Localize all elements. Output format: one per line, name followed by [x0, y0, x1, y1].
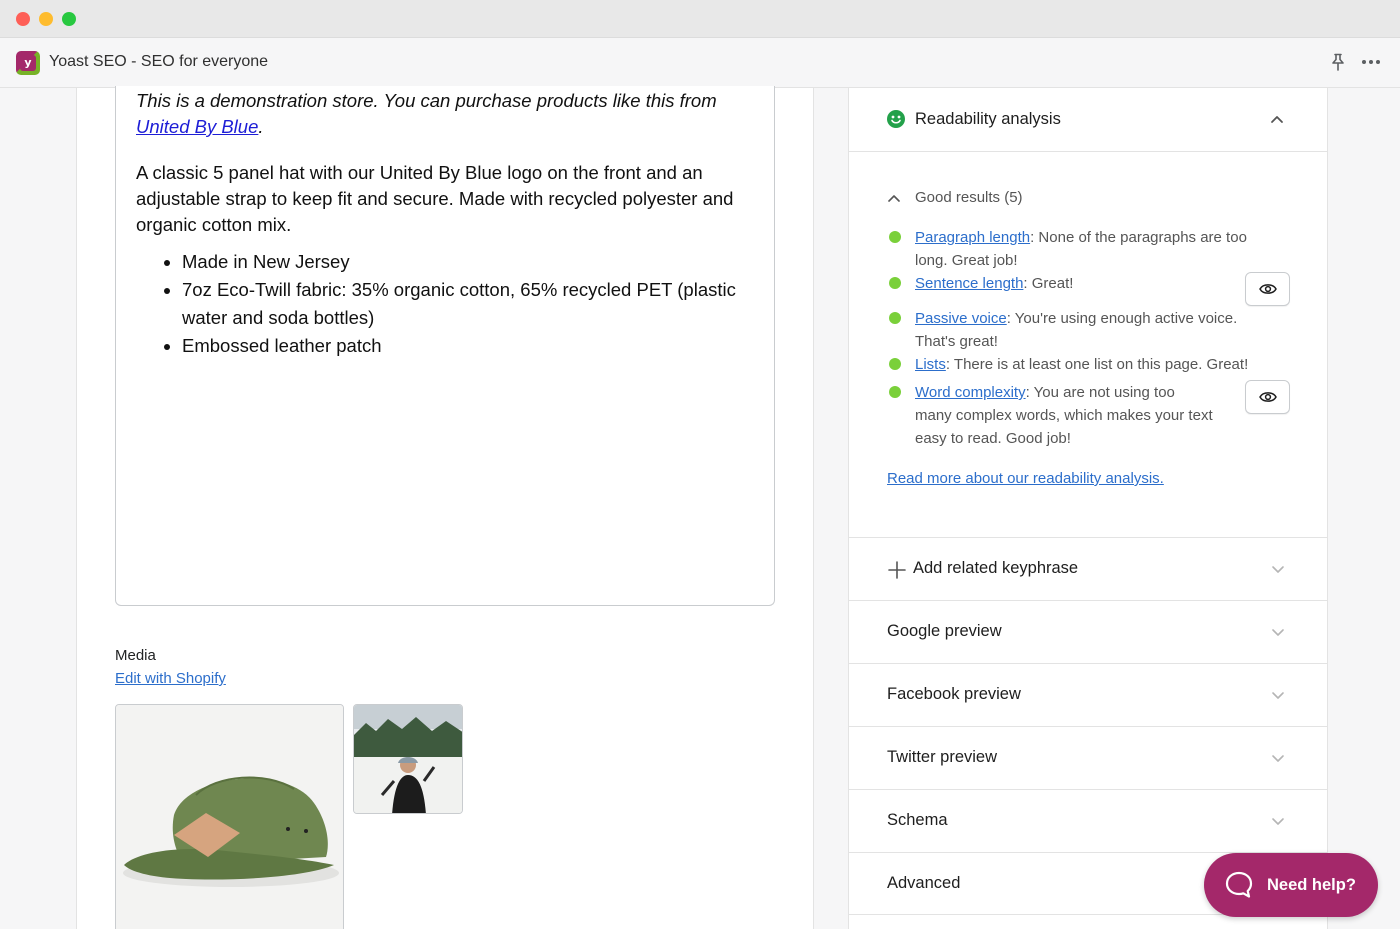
yoast-logo-letter: y — [20, 55, 36, 71]
read-more-readability-link[interactable]: Read more about our readability analysis… — [887, 470, 1164, 487]
good-results-label: Good results (5) — [915, 189, 1023, 206]
result-description: : Great! — [1023, 275, 1074, 292]
hat-image-icon — [116, 705, 343, 929]
list-item: Made in New Jersey — [182, 248, 754, 276]
product-image-person[interactable] — [353, 704, 463, 814]
eye-icon — [1259, 392, 1277, 402]
plus-icon — [888, 561, 906, 579]
edit-with-shopify-link[interactable]: Edit with Shopify — [115, 670, 226, 687]
more-options-icon[interactable] — [1360, 52, 1382, 72]
good-status-bullet — [889, 231, 901, 243]
demo-notice: This is a demonstration store. You can p… — [136, 88, 754, 140]
eye-icon — [1259, 284, 1277, 294]
result-text: Sentence length: Great! — [915, 272, 1275, 295]
product-image-hat[interactable] — [115, 704, 344, 929]
twitter-preview-label: Twitter preview — [887, 748, 998, 766]
schema-label: Schema — [887, 811, 948, 829]
app-header: y Yoast SEO - SEO for everyone — [0, 38, 1400, 88]
feature-list: Made in New Jersey 7oz Eco-Twill fabric:… — [182, 248, 754, 360]
maximize-window-button[interactable] — [62, 12, 76, 26]
list-item: 7oz Eco-Twill fabric: 35% organic cotton… — [182, 276, 754, 332]
chevron-down-icon — [1272, 818, 1284, 825]
smiley-good-icon — [887, 110, 905, 128]
result-text: Lists: There is at least one list on thi… — [915, 353, 1295, 376]
united-by-blue-link[interactable]: United By Blue — [136, 116, 258, 137]
yoast-sidebar: Readability analysis Good results (5) Pa… — [848, 88, 1328, 929]
advanced-label: Advanced — [887, 874, 961, 892]
chevron-down-icon — [1272, 692, 1284, 699]
result-description: : There is at least one list on this pag… — [945, 356, 1249, 373]
readability-analysis-header[interactable]: Readability analysis — [849, 88, 1327, 152]
good-status-bullet — [889, 358, 901, 370]
schema-section[interactable]: Schema — [849, 789, 1327, 852]
highlight-word-complexity-button[interactable] — [1245, 380, 1290, 414]
person-image-icon — [354, 705, 462, 813]
minimize-window-button[interactable] — [39, 12, 53, 26]
product-editor-column: This is a demonstration store. You can p… — [76, 86, 814, 929]
app-title: Yoast SEO - SEO for everyone — [49, 53, 269, 70]
demo-notice-text: This is a demonstration store. You can p… — [136, 90, 717, 111]
twitter-preview-section[interactable]: Twitter preview — [849, 726, 1327, 789]
add-related-keyphrase-section[interactable]: Add related keyphrase — [849, 537, 1327, 600]
description-editor[interactable]: This is a demonstration store. You can p… — [115, 86, 775, 606]
result-text: Passive voice: You're using enough activ… — [915, 307, 1275, 353]
sentence-length-link[interactable]: Sentence length — [915, 275, 1023, 292]
google-preview-section[interactable]: Google preview — [849, 600, 1327, 663]
pin-icon[interactable] — [1328, 52, 1348, 72]
good-status-bullet — [889, 386, 901, 398]
yoast-logo-icon: y — [16, 51, 40, 75]
facebook-preview-label: Facebook preview — [887, 685, 1021, 703]
google-preview-label: Google preview — [887, 622, 1002, 640]
chevron-down-icon — [1272, 755, 1284, 762]
window-titlebar — [0, 0, 1400, 38]
paragraph-length-link[interactable]: Paragraph length — [915, 229, 1030, 246]
close-window-button[interactable] — [16, 12, 30, 26]
chat-bubble-icon — [1225, 871, 1253, 898]
readability-analysis-title: Readability analysis — [915, 110, 1061, 128]
chevron-up-icon[interactable] — [1269, 113, 1285, 125]
result-text: Paragraph length: None of the paragraphs… — [915, 226, 1275, 272]
lists-link[interactable]: Lists — [915, 356, 946, 373]
good-status-bullet — [889, 277, 901, 289]
result-text: Word complexity: You are not using too m… — [915, 381, 1215, 450]
demo-notice-suffix: . — [258, 116, 264, 137]
need-help-button[interactable]: Need help? — [1204, 853, 1378, 917]
facebook-preview-section[interactable]: Facebook preview — [849, 663, 1327, 726]
need-help-label: Need help? — [1267, 876, 1356, 894]
chevron-up-icon — [888, 195, 900, 202]
passive-voice-link[interactable]: Passive voice — [915, 310, 1007, 327]
add-related-keyphrase-label: Add related keyphrase — [913, 559, 1079, 577]
media-label: Media — [115, 647, 156, 664]
highlight-sentence-length-button[interactable] — [1245, 272, 1290, 306]
word-complexity-link[interactable]: Word complexity — [915, 384, 1026, 401]
product-description: A classic 5 panel hat with our United By… — [136, 162, 734, 235]
chevron-down-icon — [1272, 566, 1284, 573]
good-status-bullet — [889, 312, 901, 324]
list-item: Embossed leather patch — [182, 332, 754, 360]
chevron-down-icon — [1272, 629, 1284, 636]
